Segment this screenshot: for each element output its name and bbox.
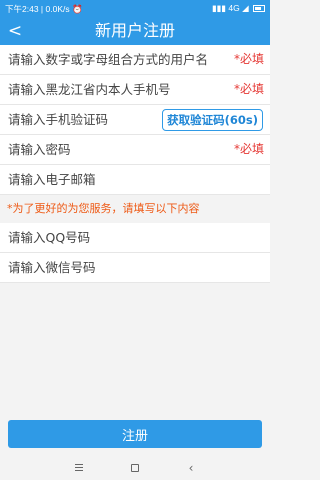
phone-required-label: *必填	[233, 82, 264, 96]
status-time: 下午2:43	[5, 4, 39, 14]
username-row: *必填	[0, 45, 270, 75]
back-chevron-icon[interactable]: ‹	[176, 460, 206, 476]
status-right: ▮▮▮ 4G ◢	[212, 3, 265, 14]
register-form: *必填 *必填 获取验证码(60s) *必填 *为了更好的为您服务，请填写以下内…	[0, 45, 270, 283]
password-input[interactable]	[0, 135, 228, 164]
password-row: *必填	[0, 135, 270, 165]
network-speed: 0.0K/s	[45, 4, 70, 14]
battery-icon	[253, 5, 265, 12]
network-type: 4G	[228, 3, 240, 13]
optional-info-notice: *为了更好的为您服务，请填写以下内容	[0, 195, 270, 223]
qq-row	[0, 223, 270, 253]
wechat-row	[0, 253, 270, 283]
email-input[interactable]	[0, 165, 270, 194]
username-input[interactable]	[0, 45, 228, 74]
status-bar: 下午2:43 | 0.0K/s ⏰ ▮▮▮ 4G ◢	[0, 0, 270, 17]
signal-icon: ▮▮▮	[211, 3, 226, 13]
title-bar: 新用户注册 <	[0, 17, 270, 45]
email-row	[0, 165, 270, 195]
system-nav-bar: ‹	[0, 455, 270, 480]
wechat-input[interactable]	[0, 253, 270, 282]
register-button[interactable]: 注册	[8, 420, 262, 448]
page-title: 新用户注册	[94, 21, 175, 40]
verify-code-row: 获取验证码(60s)	[0, 105, 270, 135]
phone-input[interactable]	[0, 75, 228, 104]
get-verify-code-button[interactable]: 获取验证码(60s)	[162, 109, 263, 131]
back-icon[interactable]: <	[5, 19, 25, 43]
alarm-clock-icon: ⏰	[72, 4, 83, 14]
menu-lines-icon[interactable]	[64, 460, 94, 476]
password-required-label: *必填	[233, 142, 264, 156]
status-left: 下午2:43 | 0.0K/s ⏰	[5, 4, 83, 14]
home-square-icon[interactable]	[120, 460, 150, 476]
phone-row: *必填	[0, 75, 270, 105]
verify-code-input[interactable]	[0, 105, 160, 134]
mobile-signal-icon: ◢	[242, 3, 249, 13]
qq-input[interactable]	[0, 223, 270, 252]
username-required-label: *必填	[233, 52, 264, 66]
